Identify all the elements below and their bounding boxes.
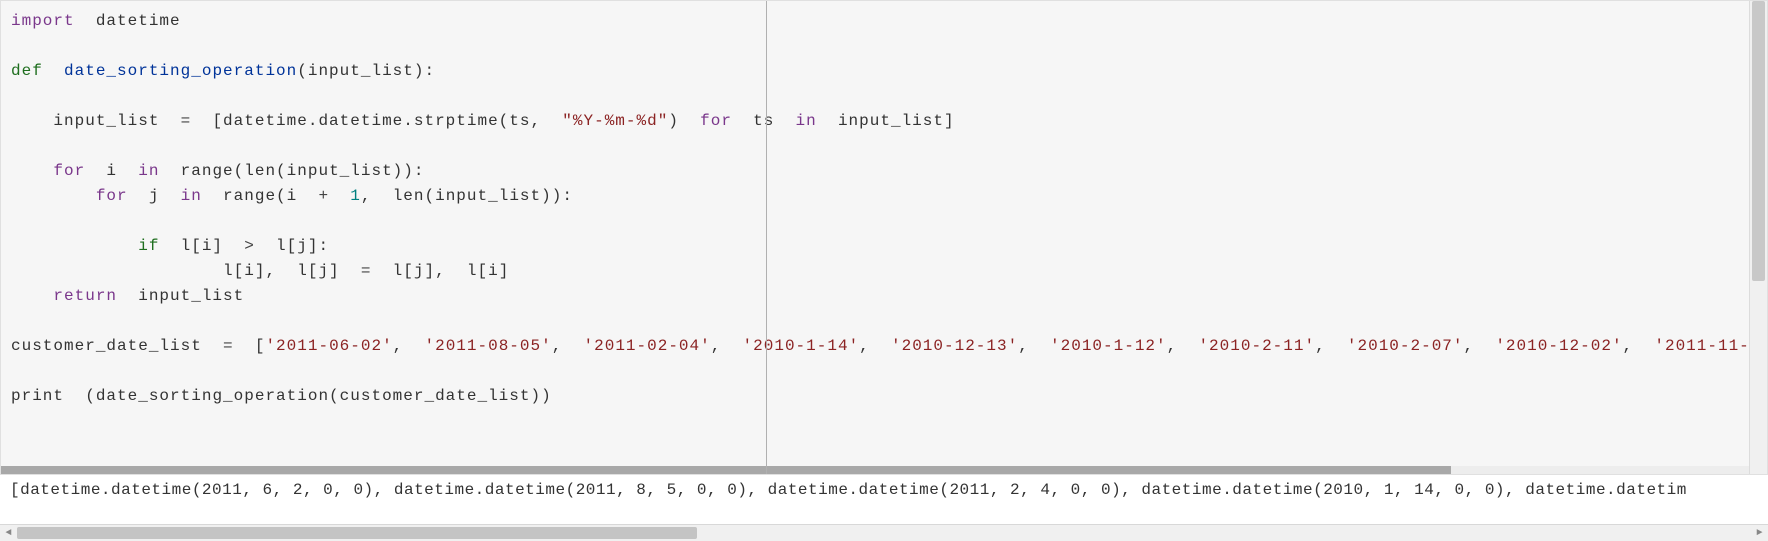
kw-in: in [138, 162, 159, 180]
code-text: ts [732, 112, 796, 130]
string-literal: '2011-02-04' [584, 337, 711, 355]
eq: = [181, 112, 192, 130]
string-literal: '2010-1-14' [743, 337, 860, 355]
kw-in: in [796, 112, 817, 130]
code-text: l[j], l[i] [371, 262, 509, 280]
params: (input_list) [297, 62, 424, 80]
comma: , [1018, 337, 1050, 355]
comma: , [1464, 337, 1496, 355]
kw-for: for [96, 187, 128, 205]
output-panel: [datetime.datetime(2011, 6, 2, 0, 0), da… [0, 475, 1768, 499]
kw-def: def [11, 62, 43, 80]
comma: , [711, 337, 743, 355]
kw-import: import [11, 12, 75, 30]
editor-horizontal-scrollbar[interactable] [1, 466, 1749, 474]
comma: , [1167, 337, 1199, 355]
outer-horizontal-scrollbar[interactable]: ◄ ► [0, 524, 1768, 541]
code-text: ) [668, 112, 700, 130]
module-name: datetime [75, 12, 181, 30]
gt: > [244, 237, 255, 255]
editor-v-scrollbar-thumb[interactable] [1752, 1, 1765, 281]
string-literal: '2010-2-11' [1198, 337, 1315, 355]
output-text: [datetime.datetime(2011, 6, 2, 0, 0), da… [10, 481, 1687, 499]
code-text: l[j]: [255, 237, 329, 255]
code-text: i [85, 162, 138, 180]
outer-scrollbar-thumb[interactable] [17, 527, 697, 539]
kw-in: in [181, 187, 202, 205]
code-text: range(i [202, 187, 319, 205]
colon: : [424, 62, 435, 80]
indent [11, 287, 53, 305]
plus: + [318, 187, 329, 205]
builtin-print: print [11, 387, 64, 405]
code-text: , len(input_list)): [361, 187, 573, 205]
string-literal: '2010-12-02' [1495, 337, 1622, 355]
string-literal: '2010-12-13' [891, 337, 1018, 355]
outer-scrollbar-track[interactable] [17, 525, 1751, 541]
kw-if: if [138, 237, 159, 255]
eq: = [361, 262, 372, 280]
indent: input_list [11, 112, 181, 130]
editor-h-scrollbar-thumb[interactable] [1, 466, 1451, 474]
indent [11, 237, 138, 255]
code-text: [datetime.datetime.strptime(ts, [191, 112, 562, 130]
comma: , [393, 337, 425, 355]
code-text: l[i] [159, 237, 244, 255]
scroll-right-arrow-icon[interactable]: ► [1751, 525, 1768, 541]
kw-for: for [53, 162, 85, 180]
indent [11, 162, 53, 180]
comma: , [1315, 337, 1347, 355]
code-text: input_list] [817, 112, 955, 130]
string-literal: '2010-1-12' [1050, 337, 1167, 355]
string-literal: "%Y-%m-%d" [562, 112, 668, 130]
num-literal: 1 [350, 187, 361, 205]
kw-return: return [53, 287, 117, 305]
scroll-left-arrow-icon[interactable]: ◄ [0, 525, 17, 541]
code-text: input_list [117, 287, 244, 305]
kw-for: for [700, 112, 732, 130]
string-literal: '2011-08-05' [424, 337, 551, 355]
string-literal: '2011-06-02' [265, 337, 392, 355]
comma: , [552, 337, 584, 355]
var-name: customer_date_list [11, 337, 223, 355]
code-text: [ [234, 337, 266, 355]
code-text: j [128, 187, 181, 205]
code-text: range(len(input_list)): [159, 162, 424, 180]
comma: , [1623, 337, 1655, 355]
function-name: date_sorting_operation [43, 62, 297, 80]
code-text: (date_sorting_operation(customer_date_li… [64, 387, 552, 405]
indent [11, 187, 96, 205]
comma: , [859, 337, 891, 355]
editor-vertical-scrollbar[interactable] [1749, 1, 1767, 474]
string-literal: '2011-11-3 [1654, 337, 1760, 355]
indent: l[i], l[j] [11, 262, 361, 280]
code-text [329, 187, 350, 205]
string-literal: '2010-2-07' [1347, 337, 1464, 355]
eq: = [223, 337, 234, 355]
code-editor-area[interactable]: import datetime def date_sorting_operati… [1, 1, 1767, 417]
code-editor-container: import datetime def date_sorting_operati… [0, 0, 1768, 475]
